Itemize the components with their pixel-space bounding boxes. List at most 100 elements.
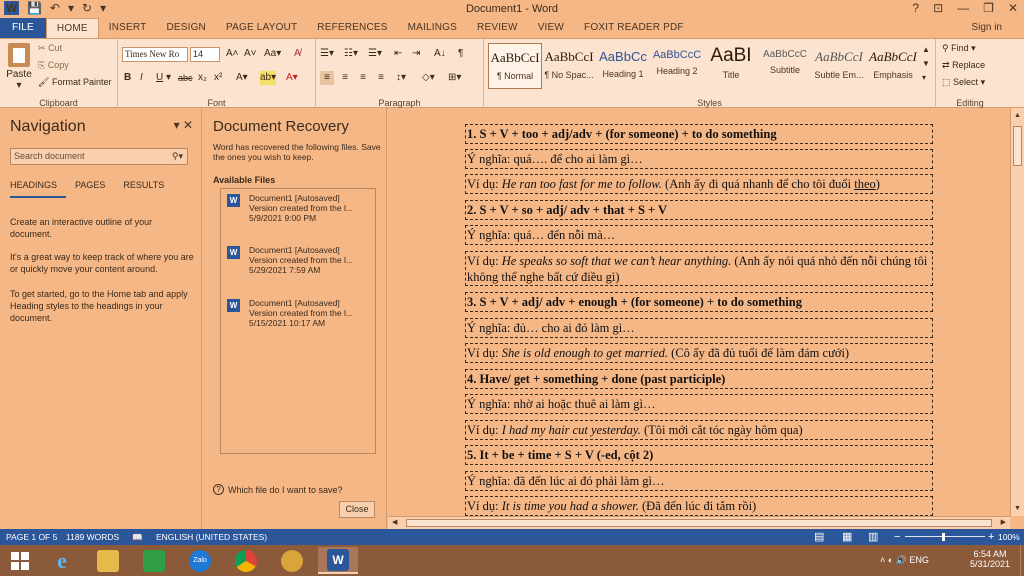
scroll-right-arrow-icon[interactable]: ▶ <box>1001 518 1006 526</box>
font-color-icon[interactable]: A▾ <box>286 71 298 85</box>
center-icon[interactable]: ≡ <box>338 71 352 85</box>
taskbar-zalo[interactable]: Zalo <box>180 547 220 574</box>
document-heading-row[interactable]: 4. Have/ get + something + done (past pa… <box>465 369 933 389</box>
tab-mailings[interactable]: MAILINGS <box>398 18 467 38</box>
tab-pages[interactable]: PAGES <box>66 180 114 198</box>
navigation-options-icon[interactable]: ▾ <box>174 118 180 132</box>
tab-references[interactable]: REFERENCES <box>307 18 397 38</box>
decrease-indent-icon[interactable]: ⇤ <box>394 47 402 61</box>
tab-foxit-reader-pdf[interactable]: FOXIT READER PDF <box>574 18 694 38</box>
document-example-row[interactable]: Ví dụ: She is old enough to get married.… <box>465 343 933 363</box>
sign-in-link[interactable]: Sign in <box>971 22 1002 33</box>
help-icon[interactable]: ? <box>912 1 919 15</box>
font-size-select[interactable]: 14 <box>190 47 220 62</box>
restore-button[interactable]: ❐ <box>983 1 994 15</box>
scroll-down-arrow-icon[interactable]: ▼ <box>1014 505 1021 512</box>
recovery-close-button[interactable]: Close <box>339 501 375 518</box>
scroll-up-arrow-icon[interactable]: ▲ <box>1014 112 1021 119</box>
bold-button[interactable]: B <box>124 71 131 85</box>
recovered-file-item[interactable]: W Document1 [Autosaved] Version created … <box>227 298 375 342</box>
replace-button[interactable]: ⇄ Replace <box>942 60 985 71</box>
ribbon-display-icon[interactable]: ⊡ <box>933 1 943 15</box>
scroll-left-arrow-icon[interactable]: ◀ <box>392 518 397 526</box>
highlight-color-icon[interactable]: ab▾ <box>260 71 277 85</box>
tab-results[interactable]: RESULTS <box>114 180 173 198</box>
tab-page-layout[interactable]: PAGE LAYOUT <box>216 18 307 38</box>
undo-icon[interactable]: ↶ <box>50 1 60 15</box>
document-area[interactable]: 1. S + V + too + adj/adv + (for someone)… <box>388 108 1010 516</box>
tab-review[interactable]: REVIEW <box>467 18 528 38</box>
show-desktop-button[interactable] <box>1020 545 1024 576</box>
zoom-level[interactable]: 100% <box>998 529 1020 545</box>
style-emphasis[interactable]: AaBbCcI Emphasis <box>866 43 920 89</box>
zoom-in-button[interactable]: + <box>988 529 994 545</box>
paste-button[interactable]: Paste ▾ <box>4 43 34 91</box>
shrink-font-icon[interactable]: A˅ <box>244 47 257 61</box>
web-layout-icon[interactable]: ▥ <box>868 529 878 545</box>
which-file-help-link[interactable]: ? Which file do I want to save? <box>213 484 343 495</box>
taskbar-internet-explorer[interactable]: e <box>42 547 82 574</box>
text-effects-icon[interactable]: A▾ <box>236 71 248 85</box>
close-button[interactable]: ✕ <box>1008 1 1018 15</box>
paste-dropdown-icon[interactable]: ▾ <box>4 80 34 91</box>
document-heading-row[interactable]: 2. S + V + so + adj/ adv + that + S + V <box>465 200 933 220</box>
print-layout-icon[interactable]: ▦ <box>842 529 852 545</box>
style-subtle-emphasis[interactable]: AaBbCcI Subtle Em... <box>812 43 866 89</box>
language-indicator[interactable]: ENGLISH (UNITED STATES) <box>156 529 267 545</box>
subscript-button[interactable]: x₂ <box>198 71 207 85</box>
document-heading-row[interactable]: 3. S + V + adj/ adv + enough + (for some… <box>465 292 933 312</box>
taskbar-chrome[interactable] <box>226 547 266 574</box>
redo-icon[interactable]: ↻ <box>82 1 92 15</box>
underline-button[interactable]: U <box>156 71 163 85</box>
italic-button[interactable]: I <box>140 71 143 85</box>
select-button[interactable]: ⬚ Select ▾ <box>942 77 985 88</box>
numbering-icon[interactable]: ☷▾ <box>344 47 358 61</box>
tab-file[interactable]: FILE <box>0 18 46 38</box>
start-button[interactable] <box>0 547 40 574</box>
style-no-spacing[interactable]: AaBbCcI ¶ No Spac... <box>542 43 596 89</box>
tab-insert[interactable]: INSERT <box>99 18 157 38</box>
change-case-icon[interactable]: Aa▾ <box>264 47 281 61</box>
vertical-scroll-thumb[interactable] <box>1013 126 1022 166</box>
sort-icon[interactable]: A↓ <box>434 47 446 61</box>
document-example-row[interactable]: Ví dụ: He speaks so soft that we can’t h… <box>465 251 933 286</box>
align-right-icon[interactable]: ≡ <box>356 71 370 85</box>
tab-design[interactable]: DESIGN <box>156 18 216 38</box>
document-example-row[interactable]: Ví dụ: I had my hair cut yesterday. (Tôi… <box>465 420 933 440</box>
taskbar-file-explorer[interactable] <box>88 547 128 574</box>
styles-scroll-up-icon[interactable]: ▲ <box>922 43 930 57</box>
style-normal[interactable]: AaBbCcI ¶ Normal <box>488 43 542 89</box>
horizontal-scroll-thumb[interactable] <box>406 519 992 527</box>
underline-dropdown-icon[interactable]: ▾ <box>166 71 171 85</box>
vertical-scrollbar[interactable]: ▲ ▼ <box>1010 108 1024 516</box>
document-meaning-row[interactable]: Ý nghĩa: đã đến lúc ai đó phải làm gì… <box>465 471 933 491</box>
multilevel-list-icon[interactable]: ☰▾ <box>368 47 382 61</box>
document-meaning-row[interactable]: Ý nghĩa: quá…. để cho ai làm gì… <box>465 149 933 169</box>
find-button[interactable]: ⚲ Find ▾ <box>942 43 976 54</box>
cut-button[interactable]: ✂ Cut <box>38 43 62 54</box>
save-icon[interactable]: 💾 <box>27 1 42 15</box>
page-count[interactable]: PAGE 1 OF 5 <box>6 529 57 545</box>
style-heading-2[interactable]: AaBbCcC Heading 2 <box>650 43 704 89</box>
search-icon[interactable]: ⚲▾ <box>172 149 183 164</box>
document-meaning-row[interactable]: Ý nghĩa: nhờ ai hoặc thuê ai làm gì… <box>465 394 933 414</box>
tab-home[interactable]: HOME <box>45 18 99 38</box>
copy-button[interactable]: ⎘ Copy <box>38 60 69 71</box>
zoom-out-button[interactable]: − <box>894 529 900 545</box>
style-heading-1[interactable]: AaBbCc Heading 1 <box>596 43 650 89</box>
minimize-button[interactable]: — <box>957 1 969 15</box>
document-heading-row[interactable]: 5. It + be + time + S + V (-ed, cột 2) <box>465 445 933 465</box>
zoom-slider-thumb[interactable] <box>942 533 945 541</box>
styles-more-icon[interactable]: ▾ <box>922 71 926 85</box>
customize-qat-icon[interactable]: ▾ <box>100 1 106 15</box>
document-example-row[interactable]: Ví dụ: He ran too fast for me to follow.… <box>465 174 933 194</box>
increase-indent-icon[interactable]: ⇥ <box>412 47 420 61</box>
search-document-input[interactable]: Search document ⚲▾ <box>10 148 188 165</box>
zoom-slider[interactable] <box>905 536 985 537</box>
style-subtitle[interactable]: AaBbCcC Subtitle <box>758 43 812 89</box>
styles-scroll-down-icon[interactable]: ▼ <box>922 57 930 71</box>
document-example-row[interactable]: Ví dụ: It is time you had a shower. (Đã … <box>465 496 933 516</box>
recovered-file-item[interactable]: W Document1 [Autosaved] Version created … <box>227 245 375 289</box>
align-left-icon[interactable]: ≡ <box>320 71 334 85</box>
document-meaning-row[interactable]: Ý nghĩa: đủ… cho ai đó làm gì… <box>465 318 933 338</box>
